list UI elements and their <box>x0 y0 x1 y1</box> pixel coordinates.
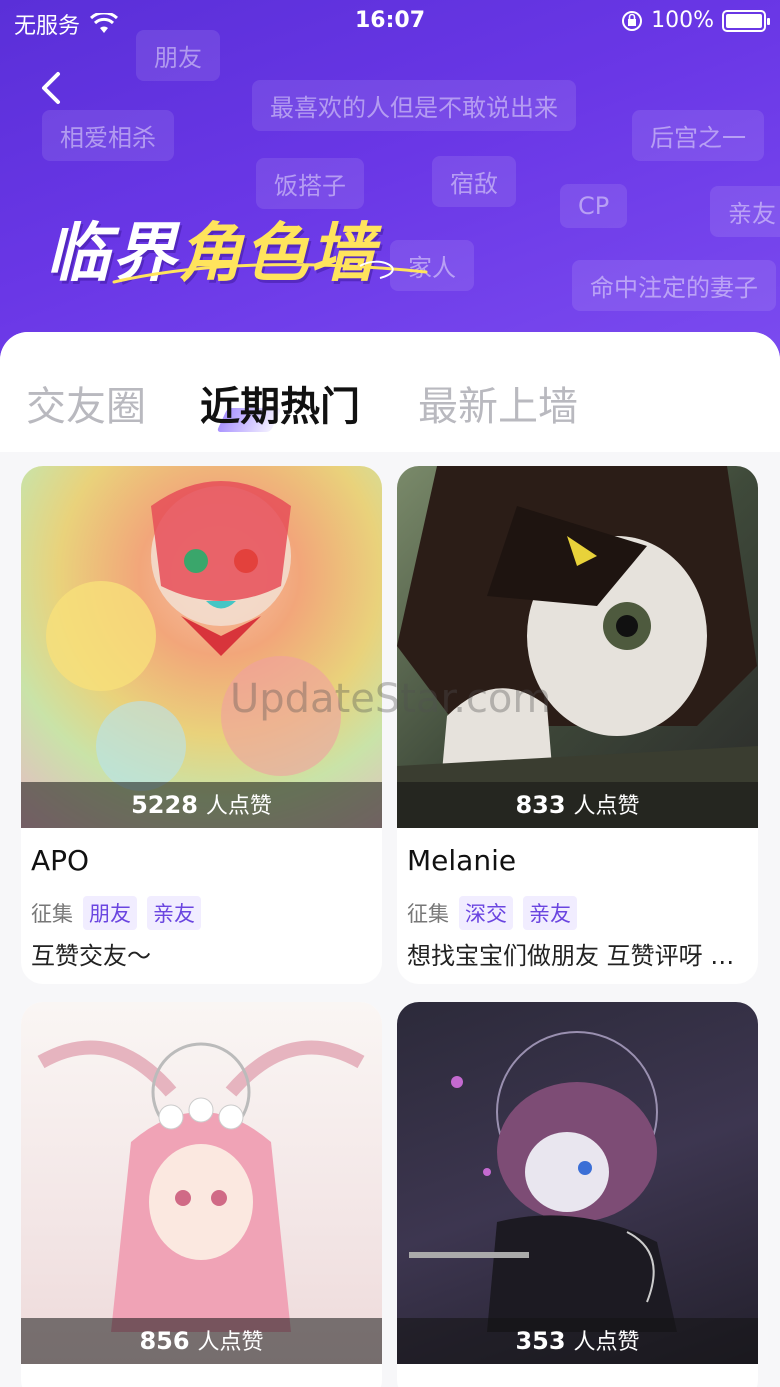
likes-bar: 353 人点赞 <box>397 1318 758 1364</box>
tag: 朋友 <box>83 896 137 930</box>
tag-row: 征集 朋友 亲友 <box>31 896 201 930</box>
tab-latest[interactable]: 最新上墙 <box>418 374 578 432</box>
character-card[interactable]: 856 人点赞 <box>21 1002 382 1387</box>
character-description: 想找宝宝们做朋友 互赞评呀 … <box>407 942 735 970</box>
likes-count: 856 <box>139 1327 190 1355</box>
status-bar: 无服务 16:07 100% <box>0 0 780 44</box>
chip-rival: 宿敌 <box>432 156 516 207</box>
tag-label: 征集 <box>407 902 449 926</box>
chip-love-hate: 相爱相杀 <box>42 110 174 161</box>
battery-percent: 100% <box>651 8 714 33</box>
character-card[interactable]: 5228 人点赞 APO 征集 朋友 亲友 互赞交友～ <box>21 466 382 984</box>
likes-bar: 856 人点赞 <box>21 1318 382 1364</box>
character-name: Melanie <box>407 844 517 877</box>
likes-count: 353 <box>515 1327 566 1355</box>
character-card[interactable]: 833 人点赞 Melanie 征集 深交 亲友 想找宝宝们做朋友 互赞评呀 … <box>397 466 758 984</box>
chip-cp: CP <box>560 184 628 228</box>
orientation-lock-icon <box>622 10 643 31</box>
character-description: 互赞交友～ <box>31 942 151 970</box>
tab-bar: 交友圈 近期热门 最新上墙 <box>0 332 780 452</box>
watermark: UpdateStar.com <box>230 676 552 722</box>
tab-recent-hot[interactable]: 近期热门 <box>200 374 360 432</box>
character-image: 856 人点赞 <box>21 1002 382 1364</box>
header: 无服务 16:07 100% 朋友 最喜欢的人但是不敢说出来 相爱相杀 后宫之一… <box>0 0 780 380</box>
likes-suffix: 人点赞 <box>197 1330 264 1355</box>
character-name: APO <box>31 844 90 877</box>
likes-suffix: 人点赞 <box>573 794 640 819</box>
tag-row: 征集 深交 亲友 <box>407 896 577 930</box>
character-card[interactable]: 353 人点赞 <box>397 1002 758 1387</box>
tab-friends-circle[interactable]: 交友圈 <box>26 374 146 432</box>
tag: 亲友 <box>523 896 577 930</box>
chip-friend: 朋友 <box>136 30 220 81</box>
likes-bar: 5228 人点赞 <box>21 782 382 828</box>
character-image: 833 人点赞 <box>397 466 758 828</box>
character-image: 5228 人点赞 <box>21 466 382 828</box>
likes-count: 5228 <box>131 791 198 819</box>
chip-close-friend: 亲友 <box>710 186 780 237</box>
title-swoosh-decoration <box>112 260 428 284</box>
chip-destined-wife: 命中注定的妻子 <box>572 260 776 311</box>
content-panel: 交友圈 近期热门 最新上墙 5228 人点赞 APO 征集 朋友 亲友 互赞交友… <box>0 332 780 1387</box>
likes-bar: 833 人点赞 <box>397 782 758 828</box>
battery-icon <box>722 9 770 32</box>
back-icon[interactable] <box>32 66 72 110</box>
likes-suffix: 人点赞 <box>205 794 272 819</box>
likes-suffix: 人点赞 <box>573 1330 640 1355</box>
character-image: 353 人点赞 <box>397 1002 758 1364</box>
likes-count: 833 <box>515 791 566 819</box>
chip-secret-crush: 最喜欢的人但是不敢说出来 <box>252 80 576 131</box>
tag: 亲友 <box>147 896 201 930</box>
tag: 深交 <box>459 896 513 930</box>
tag-label: 征集 <box>31 902 73 926</box>
chip-harem: 后宫之一 <box>632 110 764 161</box>
